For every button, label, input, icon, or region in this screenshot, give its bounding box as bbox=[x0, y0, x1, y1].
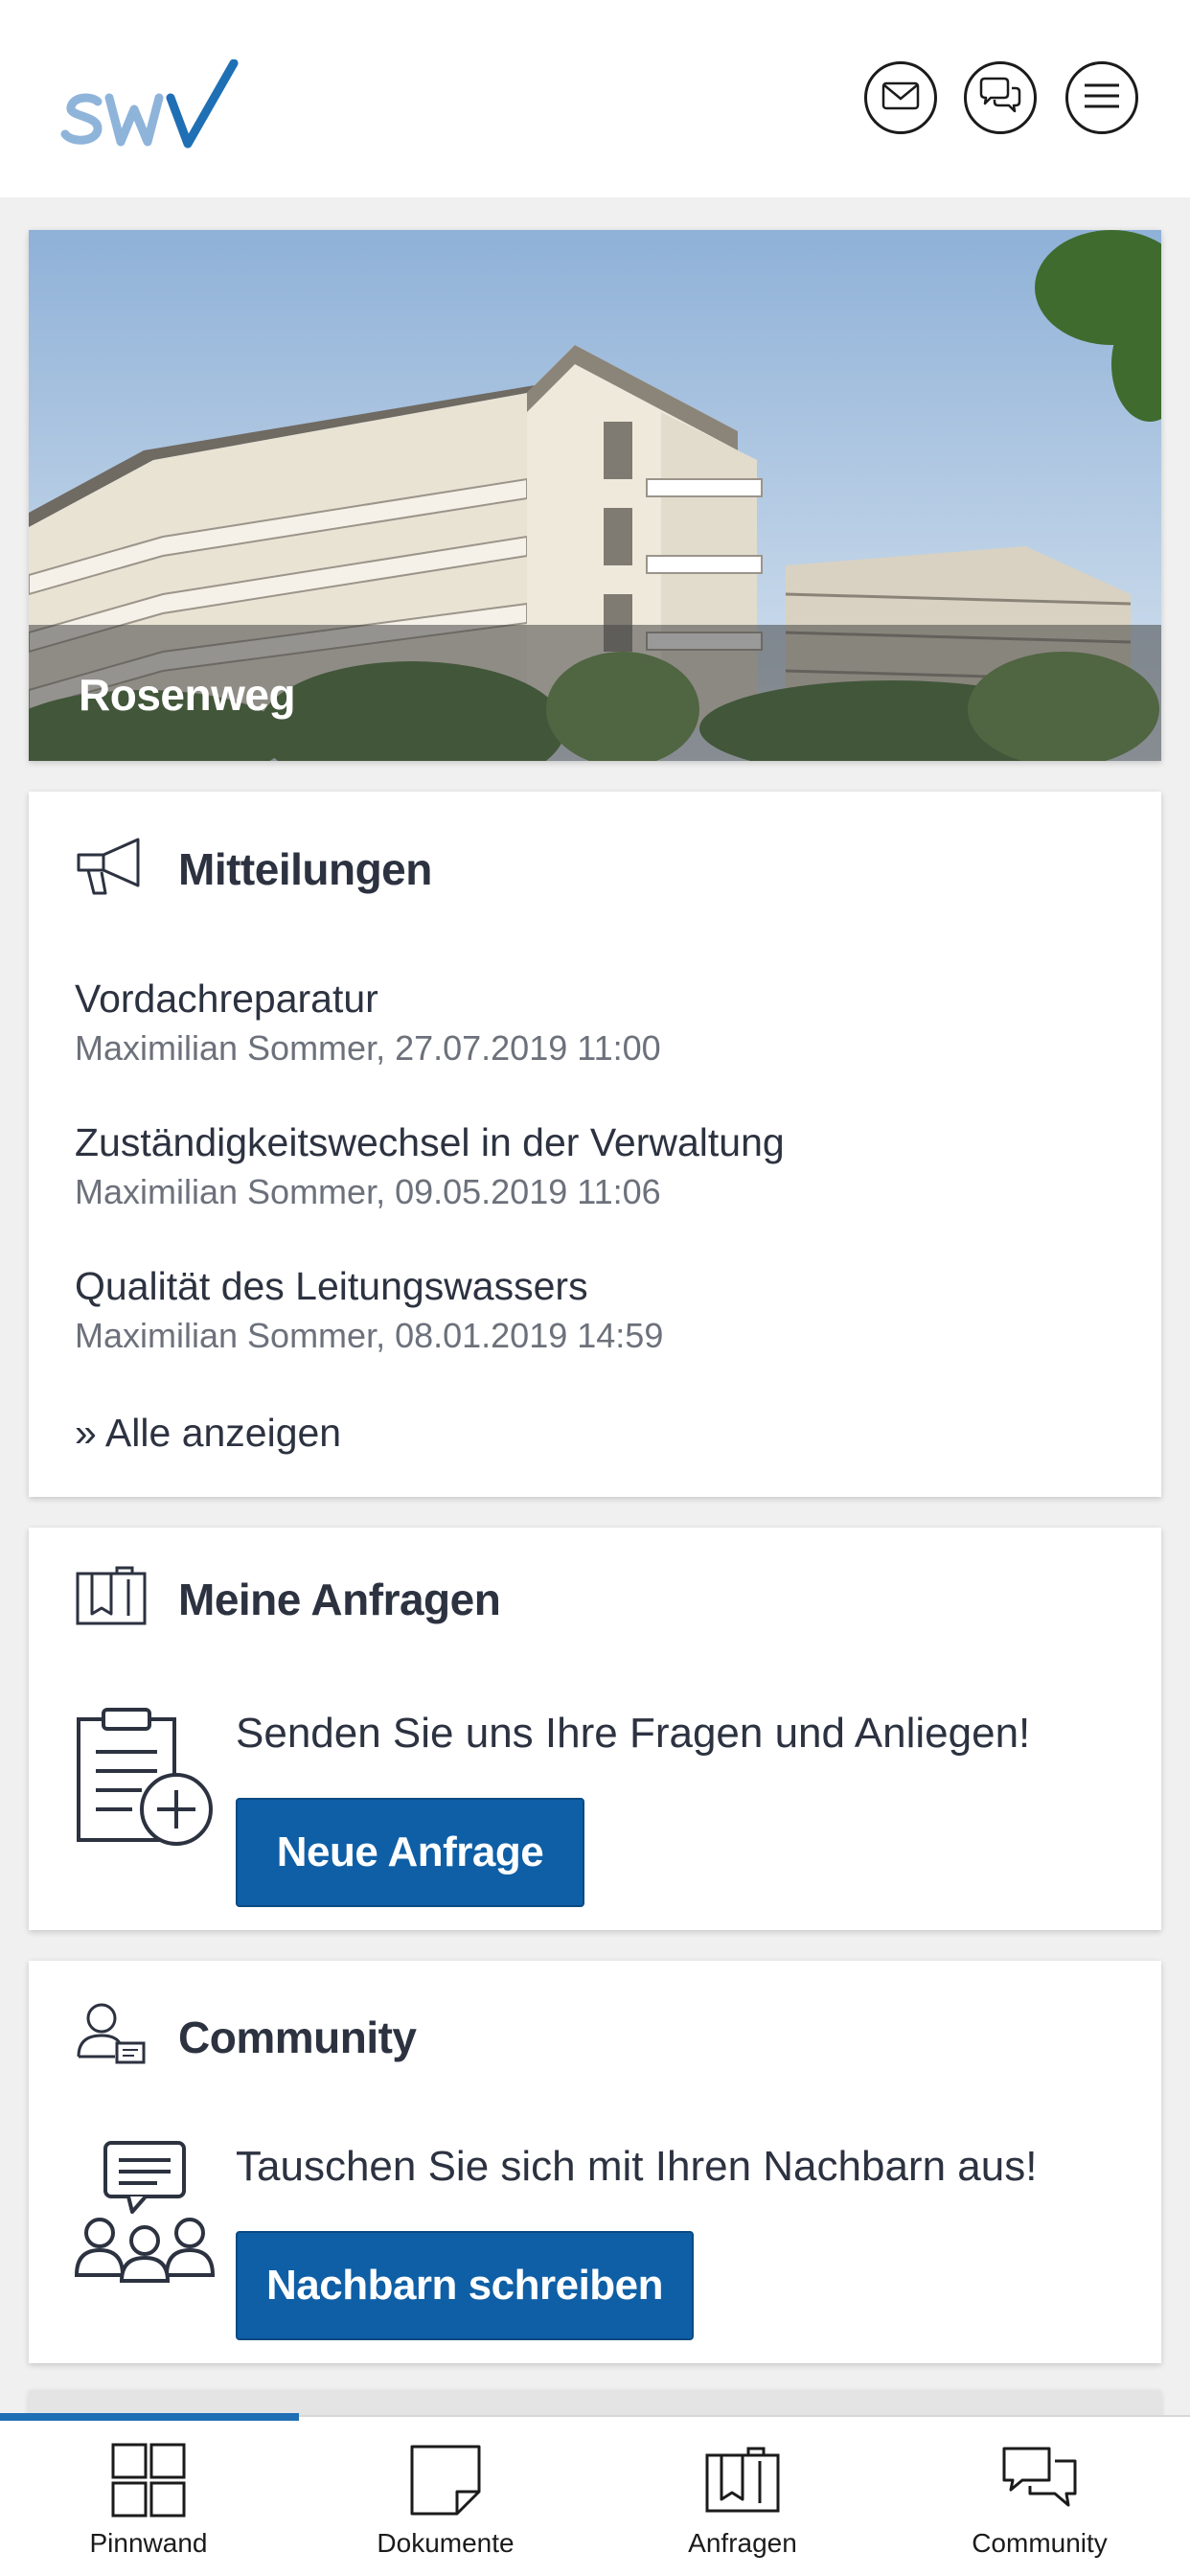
message-title: Zuständigkeitswechsel in der Verwaltung bbox=[75, 1120, 785, 1164]
app-header bbox=[0, 0, 1190, 197]
menu-icon bbox=[1083, 81, 1121, 115]
chat-icon bbox=[977, 77, 1023, 120]
card-title: Meine Anfragen bbox=[178, 1574, 501, 1624]
neighbors-chat-icon bbox=[73, 2139, 217, 2288]
nav-label: Pinnwand bbox=[89, 2528, 208, 2558]
nav-label: Anfragen bbox=[688, 2528, 797, 2558]
write-neighbors-button[interactable]: Nachbarn schreiben bbox=[236, 2231, 694, 2340]
message-title: Qualität des Leitungswassers bbox=[75, 1264, 588, 1308]
mitteilungen-header: Mitteilungen bbox=[75, 836, 432, 902]
nav-tab-community[interactable]: Community bbox=[891, 2417, 1188, 2576]
nav-tab-anfragen[interactable]: Anfragen bbox=[594, 2417, 891, 2576]
card-title: Mitteilungen bbox=[178, 843, 432, 894]
card-title: Community bbox=[178, 2012, 417, 2062]
message-meta: Maximilian Sommer, 27.07.2019 11:00 bbox=[75, 1028, 661, 1068]
anfragen-prompt: Senden Sie uns Ihre Fragen und Anliegen! bbox=[236, 1710, 1031, 1757]
property-hero[interactable]: Rosenweg bbox=[29, 230, 1161, 761]
mitteilungen-card: Mitteilungen Vordachreparatur Maximilian… bbox=[29, 792, 1161, 1497]
message-title: Vordachreparatur bbox=[75, 977, 378, 1021]
message-item[interactable]: Qualität des Leitungswassers Maximilian … bbox=[75, 1263, 663, 1359]
community-person-icon bbox=[75, 2001, 148, 2073]
folder-icon bbox=[75, 1566, 148, 1632]
show-all-link[interactable]: » Alle anzeigen bbox=[75, 1411, 341, 1456]
mail-button[interactable] bbox=[864, 61, 937, 134]
chat-button[interactable] bbox=[964, 61, 1037, 134]
new-request-button[interactable]: Neue Anfrage bbox=[236, 1798, 584, 1907]
clipboard-add-icon bbox=[75, 1706, 217, 1852]
folder-icon bbox=[704, 2442, 781, 2518]
message-meta: Maximilian Sommer, 08.01.2019 14:59 bbox=[75, 1316, 664, 1355]
nav-label: Dokumente bbox=[377, 2528, 515, 2558]
community-card: Community Tauschen Sie sich mit Ihren Na… bbox=[29, 1961, 1161, 2363]
message-item[interactable]: Vordachreparatur Maximilian Sommer, 27.0… bbox=[75, 976, 661, 1071]
mail-icon bbox=[881, 81, 920, 115]
swv-logo[interactable] bbox=[59, 58, 241, 155]
bottom-navigation: Pinnwand Dokumente Anfragen Community bbox=[0, 2413, 1190, 2576]
property-name: Rosenweg bbox=[79, 670, 296, 720]
chat-bubbles-icon bbox=[1001, 2442, 1078, 2518]
community-header: Community bbox=[75, 2001, 417, 2073]
nav-tab-dokumente[interactable]: Dokumente bbox=[297, 2417, 594, 2576]
nav-tab-pinnwand[interactable]: Pinnwand bbox=[0, 2417, 297, 2576]
nav-label: Community bbox=[972, 2528, 1108, 2558]
grid-icon bbox=[110, 2442, 187, 2518]
menu-button[interactable] bbox=[1065, 61, 1138, 134]
message-meta: Maximilian Sommer, 09.05.2019 11:06 bbox=[75, 1172, 661, 1211]
anfragen-card: Meine Anfragen Senden Sie uns Ihre Frage… bbox=[29, 1528, 1161, 1930]
megaphone-icon bbox=[75, 836, 148, 902]
document-icon bbox=[409, 2442, 482, 2518]
community-prompt: Tauschen Sie sich mit Ihren Nachbarn aus… bbox=[236, 2143, 1038, 2190]
anfragen-header: Meine Anfragen bbox=[75, 1566, 501, 1632]
message-item[interactable]: Zuständigkeitswechsel in der Verwaltung … bbox=[75, 1119, 785, 1215]
